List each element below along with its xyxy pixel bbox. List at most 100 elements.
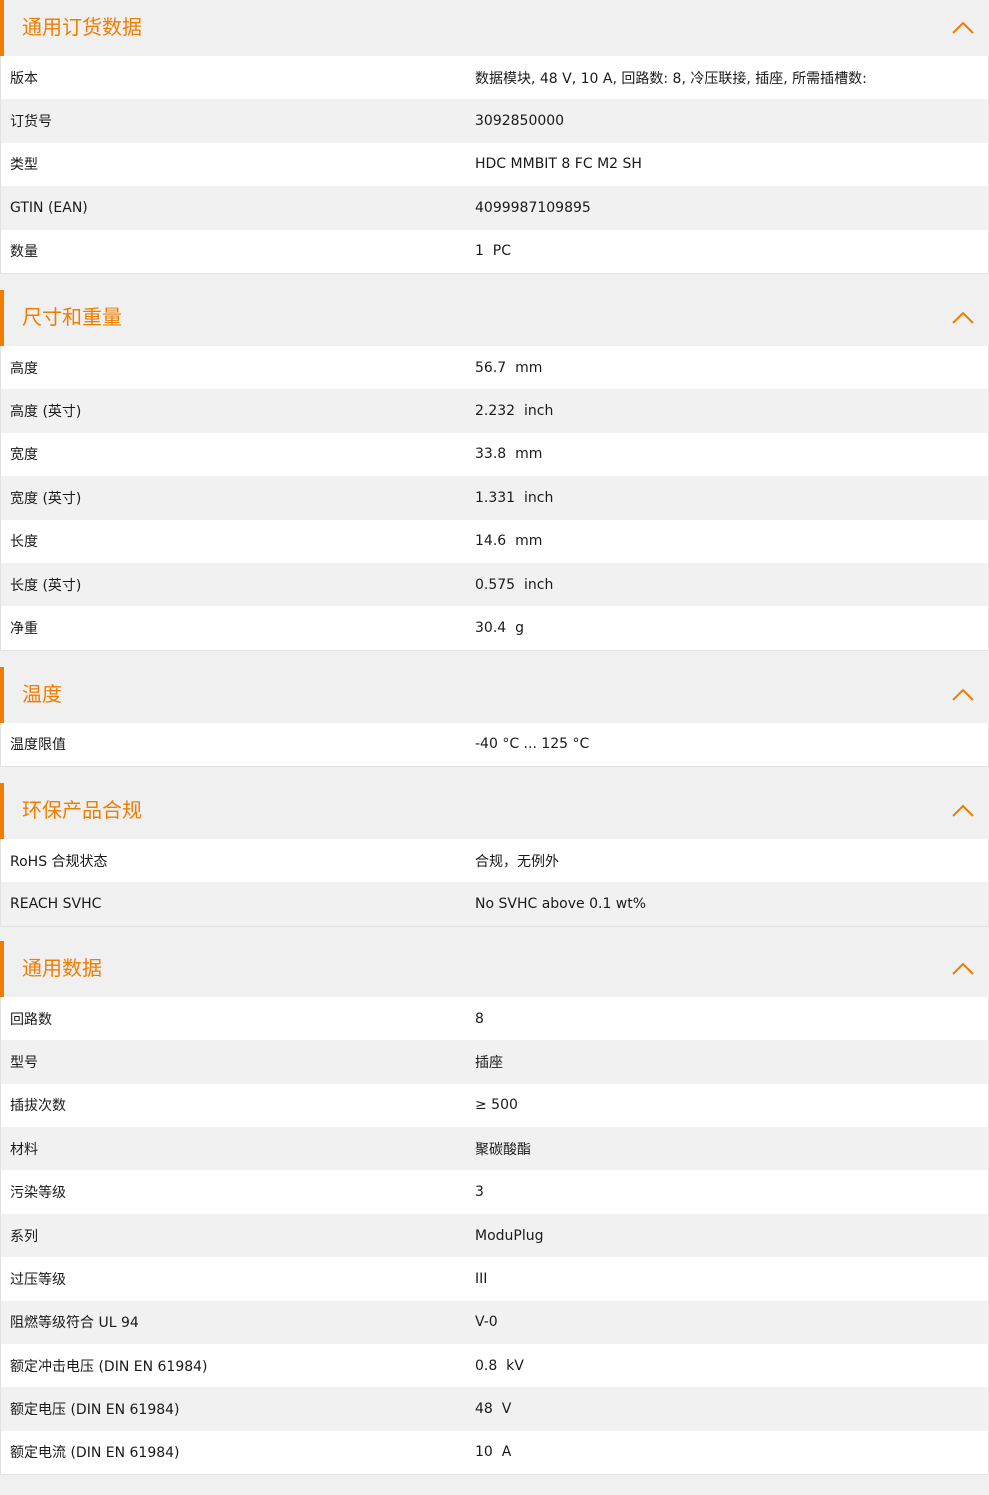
row-label: 过压等级: [10, 1271, 66, 1288]
table-row: 长度 (英寸) 0.575 inch: [1, 562, 988, 607]
row-label: 额定电压 (DIN EN 61984): [10, 1402, 180, 1419]
section-header[interactable]: 尺寸和重量: [0, 289, 989, 346]
spec-table: 回路数 8 型号 插座 插拔次数 ≥ 500 材料 聚碳酸酯 污染等级 3 系列 ModuP…: [0, 996, 989, 1476]
section-title: 温度: [22, 681, 62, 706]
row-label: 长度: [10, 534, 38, 551]
table-row: 数量 1 PC: [1, 229, 988, 273]
table-row: 额定电压 (DIN EN 61984) 48 V: [1, 1387, 988, 1431]
row-label: 材料: [10, 1141, 38, 1158]
table-row: 额定电流 (DIN EN 61984) 10 A: [1, 1430, 988, 1475]
row-label: 阻燃等级符合 UL 94: [10, 1315, 139, 1332]
row-value: 0.8 kV: [475, 1357, 524, 1374]
row-label: 污染等级: [10, 1185, 66, 1202]
row-value: 33.8 mm: [475, 446, 543, 463]
row-value: III: [475, 1270, 488, 1287]
section-dimensions-weight: 尺寸和重量 高度 56.7 mm 高度 (英寸) 2.232 inch 宽度 33.8…: [0, 289, 989, 651]
row-value: V-0: [475, 1314, 498, 1331]
row-label: RoHS 合规状态: [10, 853, 108, 870]
row-label: 类型: [10, 157, 38, 174]
row-label: 宽度: [10, 447, 38, 464]
table-row: 版本 数据模块, 48 V, 10 A, 回路数: 8, 冷压联接, 插座, 所需…: [1, 56, 988, 100]
spec-table: 高度 56.7 mm 高度 (英寸) 2.232 inch 宽度 33.8 mm 宽度…: [0, 345, 989, 651]
chevron-up-icon[interactable]: [951, 957, 975, 981]
row-label: 回路数: [10, 1011, 52, 1028]
row-value: 1.331 inch: [475, 489, 554, 506]
chevron-up-icon[interactable]: [951, 306, 975, 330]
row-value: ModuPlug: [475, 1227, 544, 1244]
table-row: REACH SVHC No SVHC above 0.1 wt%: [1, 882, 988, 926]
table-row: 净重 30.4 g: [1, 606, 988, 650]
table-row: RoHS 合规状态 合规，无例外: [1, 839, 988, 883]
row-value: 56.7 mm: [475, 359, 543, 376]
chevron-up-icon[interactable]: [951, 799, 975, 823]
chevron-up-icon[interactable]: [951, 16, 975, 40]
row-label: 长度 (英寸): [10, 577, 82, 594]
row-label: 净重: [10, 620, 38, 637]
section-header[interactable]: 环保产品合规: [0, 783, 989, 840]
table-row: 型号 插座: [1, 1040, 988, 1084]
spec-table: 版本 数据模块, 48 V, 10 A, 回路数: 8, 冷压联接, 插座, 所需…: [0, 56, 989, 274]
spec-table: 温度限值 -40 °C ... 125 °C: [0, 722, 989, 768]
table-row: 材料 聚碳酸酯: [1, 1127, 988, 1171]
row-value: 0.575 inch: [475, 576, 554, 593]
row-value: 48 V: [475, 1401, 512, 1418]
row-value: 合规，无例外: [475, 853, 559, 870]
table-row: 高度 56.7 mm: [1, 345, 988, 390]
row-label: REACH SVHC: [10, 896, 102, 913]
row-label: 数量: [10, 244, 38, 261]
row-label: 额定电流 (DIN EN 61984): [10, 1445, 180, 1462]
table-row: 过压等级 III: [1, 1257, 988, 1301]
table-row: 类型 HDC MMBIT 8 FC M2 SH: [1, 142, 988, 187]
row-value: ≥ 500: [475, 1097, 518, 1114]
section-general-data: 通用数据 回路数 8 型号 插座 插拔次数 ≥ 500 材料 聚碳酸酯 污染等级 3 系列…: [0, 940, 989, 1476]
row-label: 系列: [10, 1228, 38, 1245]
table-row: 系列 ModuPlug: [1, 1213, 988, 1258]
table-row: 污染等级 3: [1, 1170, 988, 1214]
section-general-ordering-data: 通用订货数据 版本 数据模块, 48 V, 10 A, 回路数: 8, 冷压联接,…: [0, 0, 989, 274]
row-value: 8: [475, 1010, 484, 1027]
row-value: 4099987109895: [475, 199, 591, 216]
row-value: HDC MMBIT 8 FC M2 SH: [475, 156, 642, 173]
section-title: 环保产品合规: [22, 798, 142, 823]
row-label: 插拔次数: [10, 1098, 66, 1115]
row-value: 聚碳酸酯: [475, 1141, 531, 1158]
section-divider: [0, 650, 989, 667]
table-row: 宽度 (英寸) 1.331 inch: [1, 476, 988, 520]
row-value: 14.6 mm: [475, 533, 543, 550]
section-divider: [0, 767, 989, 784]
row-label: 高度: [10, 360, 38, 377]
row-label: 温度限值: [10, 737, 66, 754]
row-label: 订货号: [10, 114, 52, 131]
section-title: 尺寸和重量: [22, 304, 122, 329]
row-label: 额定冲击电压 (DIN EN 61984): [10, 1358, 208, 1375]
section-header[interactable]: 通用订货数据: [0, 0, 989, 56]
chevron-up-icon[interactable]: [951, 683, 975, 707]
row-label: 版本: [10, 70, 38, 87]
row-value: 插座: [475, 1054, 503, 1071]
row-value: -40 °C ... 125 °C: [475, 736, 590, 753]
row-label: 型号: [10, 1054, 38, 1071]
row-value: 2.232 inch: [475, 403, 554, 420]
section-environmental-compliance: 环保产品合规 RoHS 合规状态 合规，无例外 REACH SVHC No SVHC…: [0, 783, 989, 927]
table-row: GTIN (EAN) 4099987109895: [1, 186, 988, 230]
section-header[interactable]: 温度: [0, 666, 989, 723]
section-header[interactable]: 通用数据: [0, 940, 989, 997]
table-row: 阻燃等级符合 UL 94 V-0: [1, 1300, 988, 1344]
row-label: GTIN (EAN): [10, 199, 88, 216]
table-row: 宽度 33.8 mm: [1, 432, 988, 477]
row-label: 宽度 (英寸): [10, 490, 82, 507]
table-row: 温度限值 -40 °C ... 125 °C: [1, 722, 988, 767]
section-divider: [0, 273, 989, 290]
table-row: 插拔次数 ≥ 500: [1, 1083, 988, 1128]
section-divider: [0, 926, 989, 941]
row-value: 1 PC: [475, 243, 512, 260]
row-value: 30.4 g: [475, 619, 524, 636]
table-row: 额定冲击电压 (DIN EN 61984) 0.8 kV: [1, 1343, 988, 1388]
table-row: 回路数 8: [1, 996, 988, 1041]
row-value: No SVHC above 0.1 wt%: [475, 896, 647, 913]
row-label: 高度 (英寸): [10, 404, 82, 421]
row-value: 3: [475, 1184, 484, 1201]
table-row: 长度 14.6 mm: [1, 519, 988, 563]
row-value: 10 A: [475, 1444, 512, 1461]
row-value: 数据模块, 48 V, 10 A, 回路数: 8, 冷压联接, 插座, 所需插槽…: [475, 70, 867, 87]
